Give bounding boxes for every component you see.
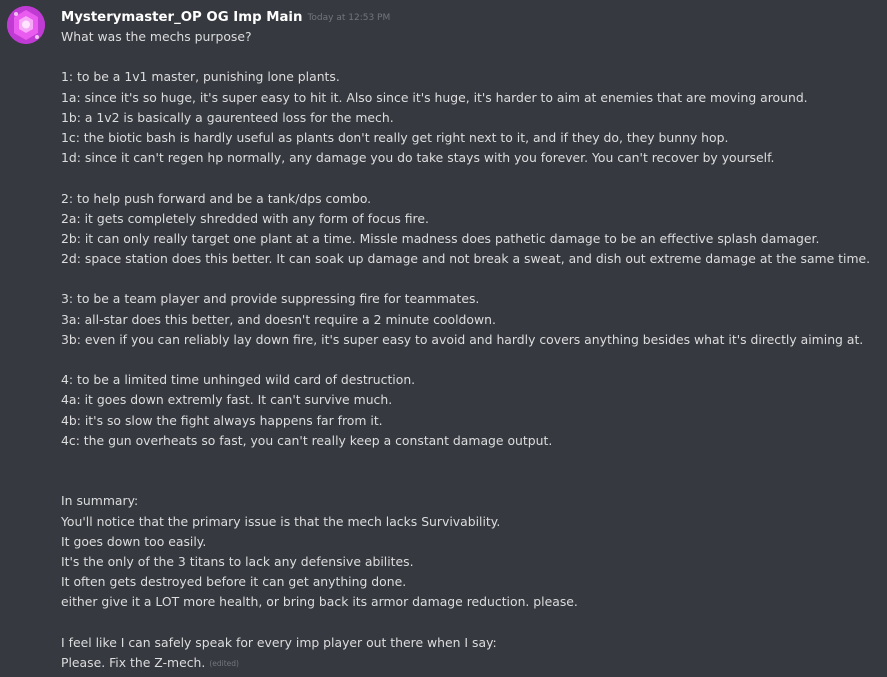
message-line bbox=[61, 269, 876, 289]
message-header: Mysterymaster_OP OG Imp Main Today at 12:… bbox=[61, 7, 390, 25]
message-line: 1d: since it can't regen hp normally, an… bbox=[61, 148, 876, 168]
message-line-text: either give it a LOT more health, or bri… bbox=[61, 594, 578, 610]
message-line: 4c: the gun overheats so fast, you can't… bbox=[61, 431, 876, 451]
message-line: Please. Fix the Z-mech. (edited) bbox=[61, 653, 876, 673]
message-line: 1b: a 1v2 is basically a gaurenteed loss… bbox=[61, 108, 876, 128]
message-line-text: 1d: since it can't regen hp normally, an… bbox=[61, 150, 775, 166]
message-line-text: 4a: it goes down extremly fast. It can't… bbox=[61, 392, 393, 408]
message-line: 3a: all-star does this better, and doesn… bbox=[61, 310, 876, 330]
message-line bbox=[61, 168, 876, 188]
message-line-text: I feel like I can safely speak for every… bbox=[61, 634, 497, 650]
message-line: 2d: space station does this better. It c… bbox=[61, 249, 876, 269]
message-line: What was the mechs purpose? bbox=[61, 27, 876, 47]
message-line: 1: to be a 1v1 master, punishing lone pl… bbox=[61, 67, 876, 87]
message-line-text: 1: to be a 1v1 master, punishing lone pl… bbox=[61, 69, 340, 85]
author-username[interactable]: Mysterymaster_OP OG Imp Main bbox=[61, 10, 302, 25]
message-line: It often gets destroyed before it can ge… bbox=[61, 572, 876, 592]
message-line bbox=[61, 612, 876, 632]
message-line-text: 3: to be a team player and provide suppr… bbox=[61, 291, 480, 307]
chat-message: Mysterymaster_OP OG Imp Main Today at 12:… bbox=[0, 0, 887, 677]
message-line-text: 2b: it can only really target one plant … bbox=[61, 230, 820, 246]
message-line: It goes down too easily. bbox=[61, 532, 876, 552]
message-line: It's the only of the 3 titans to lack an… bbox=[61, 552, 876, 572]
message-line: either give it a LOT more health, or bri… bbox=[61, 592, 876, 612]
message-line-text: In summary: bbox=[61, 493, 139, 509]
message-line: 4: to be a limited time unhinged wild ca… bbox=[61, 370, 876, 390]
message-line bbox=[61, 451, 876, 471]
message-line-text: It goes down too easily. bbox=[61, 533, 207, 549]
message-line: 2b: it can only really target one plant … bbox=[61, 229, 876, 249]
message-line-text: 4c: the gun overheats so fast, you can't… bbox=[61, 432, 553, 448]
message-line-text: 1c: the biotic bash is hardly useful as … bbox=[61, 129, 729, 145]
message-line: 3b: even if you can reliably lay down fi… bbox=[61, 330, 876, 350]
message-line-text: 2d: space station does this better. It c… bbox=[61, 251, 871, 267]
message-line-text: 2: to help push forward and be a tank/dp… bbox=[61, 190, 372, 206]
message-line-text: You'll notice that the primary issue is … bbox=[61, 513, 501, 529]
message-line-text: 4b: it's so slow the fight always happen… bbox=[61, 412, 383, 428]
message-line: 2a: it gets completely shredded with any… bbox=[61, 209, 876, 229]
message-line-text: It's the only of the 3 titans to lack an… bbox=[61, 553, 414, 569]
message-line: 3: to be a team player and provide suppr… bbox=[61, 289, 876, 309]
message-line: In summary: bbox=[61, 491, 876, 511]
message-line bbox=[61, 471, 876, 491]
message-line: 4a: it goes down extremly fast. It can't… bbox=[61, 390, 876, 410]
message-line: I feel like I can safely speak for every… bbox=[61, 633, 876, 653]
message-line-text: 4: to be a limited time unhinged wild ca… bbox=[61, 372, 416, 388]
message-line: 2: to help push forward and be a tank/dp… bbox=[61, 189, 876, 209]
edited-label: (edited) bbox=[209, 658, 239, 668]
message-line-text: Please. Fix the Z-mech. bbox=[61, 654, 206, 670]
message-line-text: What was the mechs purpose? bbox=[61, 29, 252, 44]
message-line-text: 1a: since it's so huge, it's super easy … bbox=[61, 89, 808, 105]
message-timestamp: Today at 12:53 PM bbox=[307, 13, 391, 23]
message-line-text: It often gets destroyed before it can ge… bbox=[61, 574, 407, 590]
message-line: 1c: the biotic bash is hardly useful as … bbox=[61, 128, 876, 148]
message-content: What was the mechs purpose? 1: to be a 1v… bbox=[61, 27, 876, 673]
message-line-text: 3a: all-star does this better, and doesn… bbox=[61, 311, 496, 327]
message-line: You'll notice that the primary issue is … bbox=[61, 512, 876, 532]
message-line: 1a: since it's so huge, it's super easy … bbox=[61, 88, 876, 108]
message-line bbox=[61, 350, 876, 370]
pink-hexagon-avatar-icon bbox=[7, 6, 45, 44]
message-line-text: 1b: a 1v2 is basically a gaurenteed loss… bbox=[61, 109, 394, 125]
message-line-text: 3b: even if you can reliably lay down fi… bbox=[61, 331, 864, 347]
user-avatar[interactable] bbox=[7, 6, 45, 44]
message-line bbox=[61, 47, 876, 67]
message-line: 4b: it's so slow the fight always happen… bbox=[61, 411, 876, 431]
message-line-text: 2a: it gets completely shredded with any… bbox=[61, 210, 429, 226]
